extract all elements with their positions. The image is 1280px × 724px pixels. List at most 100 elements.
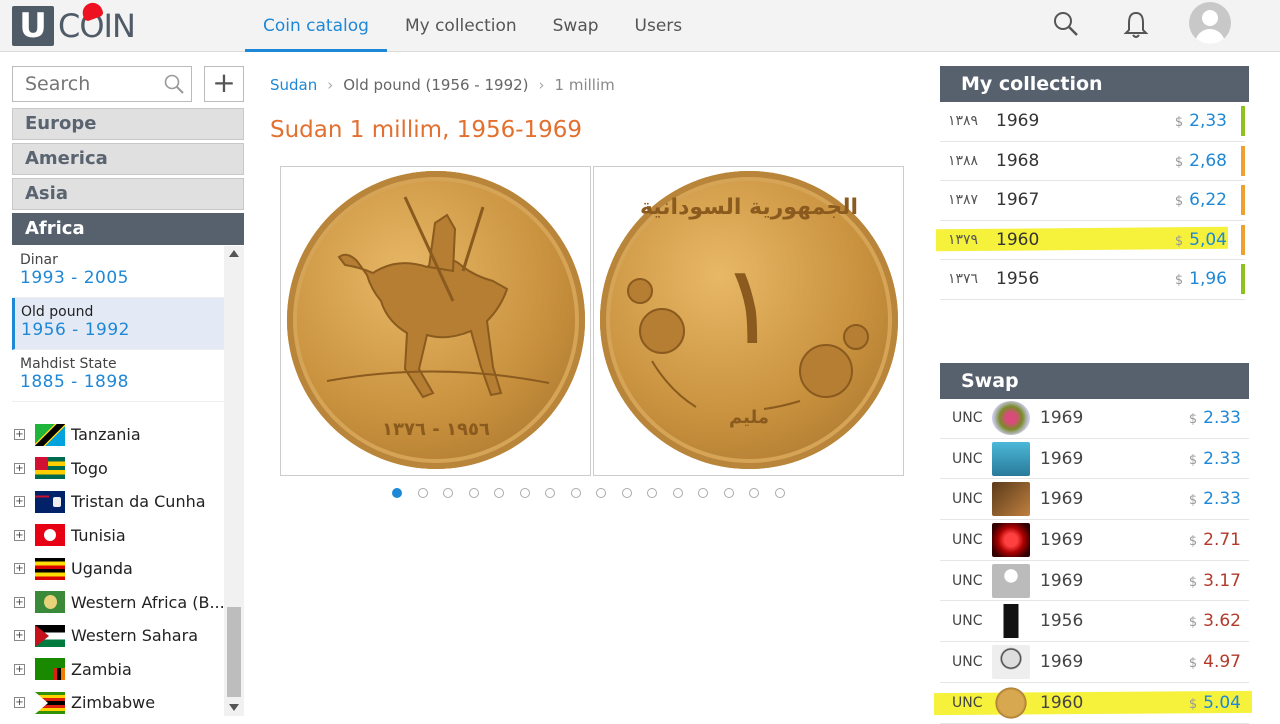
period-item[interactable]: Dinar 1993 - 2005	[12, 246, 224, 298]
country-item-zambia[interactable]: + Zambia	[12, 653, 224, 687]
add-button[interactable]: +	[204, 66, 244, 102]
sidebar-scrollbar[interactable]	[224, 246, 244, 716]
coin-condition: UNC	[952, 613, 983, 630]
seller-avatar[interactable]	[992, 645, 1030, 680]
gallery-pagination	[392, 488, 785, 498]
breadcrumb-country[interactable]: Sudan	[270, 76, 317, 94]
gallery-dot[interactable]	[392, 488, 402, 498]
expand-icon[interactable]: +	[14, 630, 25, 642]
gallery-dot[interactable]	[545, 488, 555, 498]
coin-year: 1969	[996, 111, 1040, 132]
seller-avatar[interactable]	[992, 563, 1030, 598]
country-item-zimbabwe[interactable]: + Zimbabwe	[12, 686, 224, 720]
gallery-dot[interactable]	[468, 488, 479, 498]
expand-icon[interactable]: +	[14, 429, 25, 441]
swap-row[interactable]: UNC 1969 $4.97	[940, 642, 1249, 683]
seller-avatar[interactable]	[992, 685, 1030, 720]
country-item-togo[interactable]: + Togo	[12, 452, 224, 486]
search-box	[12, 66, 192, 102]
condition-bar	[1241, 224, 1245, 255]
region-america[interactable]: America	[12, 143, 244, 175]
page-title: Sudan 1 millim, 1956-1969	[270, 117, 583, 143]
period-item-active[interactable]: Old pound 1956 - 1992	[12, 298, 224, 350]
country-item-tunisia[interactable]: + Tunisia	[12, 519, 224, 553]
breadcrumb-separator: ›	[327, 76, 334, 94]
coin-year: 1969	[1040, 529, 1084, 550]
expand-icon[interactable]: +	[14, 697, 25, 709]
gallery-dot[interactable]	[749, 488, 759, 498]
period-list: Dinar 1993 - 2005 Old pound 1956 - 1992 …	[12, 246, 224, 402]
seller-avatar[interactable]	[992, 482, 1030, 517]
tab-swap[interactable]: Swap	[535, 0, 617, 52]
swap-row[interactable]: UNC 1969 $2.33	[940, 398, 1249, 439]
coin-year: 1956	[1040, 611, 1084, 632]
expand-icon[interactable]: +	[14, 596, 25, 608]
seller-avatar[interactable]	[992, 441, 1030, 476]
gallery-dot[interactable]	[570, 488, 581, 498]
region-africa[interactable]: Africa	[12, 213, 244, 245]
country-item-western-sahara[interactable]: + Western Sahara	[12, 619, 224, 653]
region-asia[interactable]: Asia	[12, 178, 244, 210]
country-item-tristan-da-cunha[interactable]: + Tristan da Cunha	[12, 485, 224, 519]
tab-coin-catalog[interactable]: Coin catalog	[245, 0, 387, 52]
gallery-dot[interactable]	[443, 488, 453, 498]
swap-row[interactable]: UNC 1960 $5.04	[940, 683, 1249, 724]
region-europe[interactable]: Europe	[12, 108, 244, 140]
scroll-down-icon[interactable]	[229, 704, 239, 711]
coin-year: 1968	[996, 150, 1040, 171]
user-avatar[interactable]	[1189, 2, 1231, 44]
swap-row[interactable]: UNC 1969 $3.17	[940, 561, 1249, 602]
expand-icon[interactable]: +	[14, 663, 25, 675]
country-item-western-africa[interactable]: + Western Africa (B...	[12, 586, 224, 620]
search-input[interactable]	[13, 67, 153, 101]
period-item[interactable]: Mahdist State 1885 - 1898	[12, 350, 224, 402]
uganda-flag-icon	[35, 557, 65, 580]
scroll-up-icon[interactable]	[229, 250, 239, 257]
expand-icon[interactable]: +	[14, 496, 25, 508]
gallery-dot[interactable]	[774, 488, 785, 498]
gallery-dot[interactable]	[494, 488, 504, 498]
gallery-dot[interactable]	[417, 488, 428, 498]
swap-price: $5.04	[1188, 692, 1241, 713]
collection-row[interactable]: ١٣٨٧ 1967 $6,22	[940, 181, 1245, 221]
gallery-dot[interactable]	[596, 488, 606, 498]
seller-avatar[interactable]	[992, 522, 1030, 557]
tab-my-collection[interactable]: My collection	[387, 0, 535, 52]
gallery-dot[interactable]	[519, 488, 530, 498]
gallery-dot[interactable]	[672, 488, 683, 498]
swap-price: $3.17	[1188, 570, 1241, 591]
gallery-dot[interactable]	[723, 488, 734, 498]
collection-row[interactable]: ١٣٧٦ 1956 $1,96	[940, 260, 1245, 300]
seller-avatar[interactable]	[992, 400, 1030, 435]
coin-price: $6,22	[1174, 190, 1227, 211]
search-icon[interactable]	[163, 73, 185, 99]
tristan-da-cunha-flag-icon	[35, 490, 65, 513]
gallery-dot[interactable]	[647, 488, 657, 498]
condition-bar	[1241, 185, 1245, 216]
gallery-dot[interactable]	[621, 488, 632, 498]
search-icon[interactable]	[1052, 10, 1084, 42]
scrollbar-thumb[interactable]	[227, 607, 241, 697]
breadcrumb-period[interactable]: Old pound (1956 - 1992)	[343, 76, 528, 94]
swap-row[interactable]: UNC 1956 $3.62	[940, 602, 1249, 643]
collection-row[interactable]: ١٣٨٨ 1968 $2,68	[940, 142, 1245, 181]
coin-obverse-image[interactable]: ١٩٥٦ - ١٣٧٦	[280, 166, 591, 476]
coin-reverse-image[interactable]: الجمهورية السودانية ١ مليم	[593, 166, 904, 476]
expand-icon[interactable]: +	[14, 529, 25, 541]
country-item-uganda[interactable]: + Uganda	[12, 552, 224, 586]
logo[interactable]: U COIN	[12, 0, 136, 46]
my-collection-header: My collection	[940, 66, 1249, 102]
swap-row[interactable]: UNC 1969 $2.33	[940, 439, 1249, 480]
expand-icon[interactable]: +	[14, 462, 25, 474]
swap-row[interactable]: UNC 1969 $2.71	[940, 520, 1249, 561]
swap-row[interactable]: UNC 1969 $2.33	[940, 479, 1249, 521]
coin-condition: UNC	[952, 450, 983, 467]
collection-row[interactable]: ١٣٨٩ 1969 $2,33	[940, 102, 1245, 142]
bell-icon[interactable]	[1122, 10, 1154, 42]
seller-avatar[interactable]	[992, 604, 1030, 639]
gallery-dot[interactable]	[698, 488, 708, 498]
tab-users[interactable]: Users	[617, 0, 701, 52]
collection-row[interactable]: ١٣٧٩ 1960 $5,04	[940, 221, 1245, 260]
expand-icon[interactable]: +	[14, 563, 25, 575]
country-item-tanzania[interactable]: + Tanzania	[12, 418, 224, 452]
